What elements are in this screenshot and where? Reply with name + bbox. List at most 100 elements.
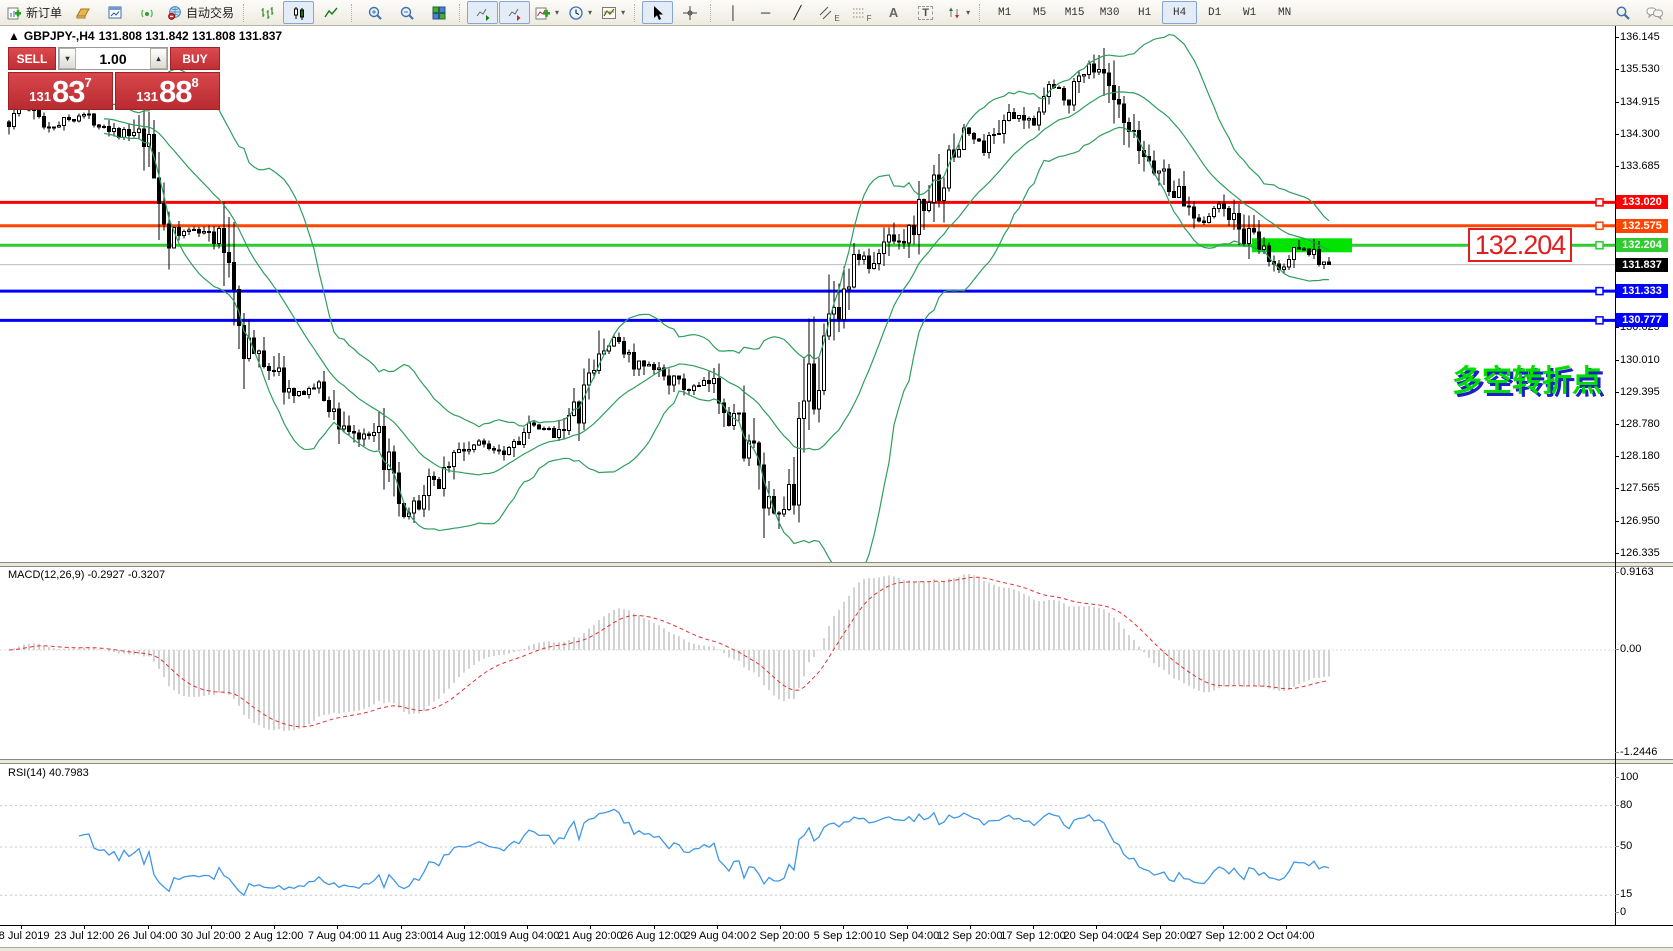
line-chart-icon	[323, 5, 339, 21]
buy-price-button[interactable]: 131 88 8	[115, 72, 220, 110]
search-button[interactable]	[1607, 1, 1638, 24]
price-axis-tick: 128.180	[1620, 450, 1670, 462]
auto-trading-button[interactable]: 自动交易	[163, 1, 238, 24]
new-order-icon	[7, 5, 23, 21]
sell-price-big: 83	[52, 76, 84, 107]
time-axis-tick	[654, 925, 655, 929]
horizontal-line-icon: ─	[761, 5, 770, 20]
book-icon	[75, 5, 91, 21]
line-chart-button[interactable]	[315, 1, 346, 24]
timeframe-m1[interactable]: M1	[987, 1, 1022, 24]
channel-icon	[819, 6, 833, 20]
volume-up-button[interactable]: ▴	[150, 48, 167, 69]
dropdown-caret-icon: ▾	[621, 8, 625, 17]
macd-scale-label: 0.9163	[1620, 566, 1670, 578]
text-label-icon: T	[918, 6, 933, 20]
horizontal-line-tool-button[interactable]: ─	[750, 1, 781, 24]
volume-down-button[interactable]: ▾	[59, 48, 76, 69]
candlestick-chart-button[interactable]	[283, 1, 314, 24]
candlestick-chart-icon	[291, 5, 307, 21]
time-axis-label: 26 Aug 12:00	[621, 930, 686, 942]
auto-trading-label: 自动交易	[186, 4, 234, 21]
price-level-label: 131.837	[1616, 258, 1668, 272]
search-icon	[1615, 5, 1631, 21]
toolbar-separator	[710, 4, 713, 22]
rsi-pane[interactable]	[0, 764, 1615, 925]
signal-icon	[139, 5, 155, 21]
chart-shift-button[interactable]	[499, 1, 530, 24]
buy-button[interactable]: BUY	[170, 47, 220, 70]
price-level-label: 130.777	[1616, 313, 1668, 327]
time-axis-tick	[337, 925, 338, 929]
zoom-in-button[interactable]	[359, 1, 390, 24]
ohlc-values: 131.808 131.842 131.808 131.837	[99, 29, 283, 43]
arrows-dropdown-button[interactable]: ▾	[942, 1, 974, 24]
collapse-panel-marker[interactable]: ▲	[8, 29, 20, 43]
periods-dropdown-button[interactable]: ▾	[564, 1, 596, 24]
vertical-line-tool-button[interactable]: │	[718, 1, 749, 24]
dropdown-caret-icon: ▾	[588, 8, 592, 17]
time-axis-tick	[1096, 925, 1097, 929]
indicators-dropdown-button[interactable]: ▾	[531, 1, 563, 24]
price-level-label: 131.333	[1616, 284, 1668, 298]
cursor-tool-button[interactable]	[642, 1, 673, 24]
timeframe-m15[interactable]: M15	[1057, 1, 1092, 24]
sell-button[interactable]: SELL	[8, 47, 56, 70]
tile-windows-icon	[431, 5, 447, 21]
timeframe-m5[interactable]: M5	[1022, 1, 1057, 24]
price-callout-box[interactable]: 132.204	[1468, 228, 1572, 262]
time-axis-label: 23 Jul 12:00	[54, 930, 114, 942]
turning-point-annotation[interactable]: 多空转折点	[1452, 356, 1602, 400]
time-axis-label: 30 Jul 20:00	[181, 930, 241, 942]
text-tool-icon: A	[889, 5, 898, 20]
price-axis-tick: 128.780	[1620, 418, 1670, 430]
charts-book-button[interactable]	[67, 1, 98, 24]
text-label-tool-button[interactable]: T	[910, 1, 941, 24]
trendline-tool-button[interactable]: ╱	[782, 1, 813, 24]
channel-letter: E	[834, 14, 839, 23]
equidistant-channel-tool-button[interactable]: E	[814, 1, 845, 24]
cursor-icon	[650, 5, 666, 21]
price-axis-tick: 126.950	[1620, 515, 1670, 527]
price-axis-tick: 127.565	[1620, 482, 1670, 494]
macd-scale-label: -1.2446	[1620, 746, 1670, 758]
time-axis-label: 27 Sep 12:00	[1190, 930, 1255, 942]
sell-price-button[interactable]: 131 83 7	[8, 72, 113, 110]
volume-value[interactable]: 1.00	[76, 48, 150, 69]
text-tool-button[interactable]: A	[878, 1, 909, 24]
signal-button[interactable]	[131, 1, 162, 24]
timeframe-w1[interactable]: W1	[1232, 1, 1267, 24]
timeframe-h4[interactable]: H4	[1162, 1, 1197, 24]
fibonacci-icon	[852, 6, 866, 20]
timeframe-h1[interactable]: H1	[1127, 1, 1162, 24]
mt4-terminal-window: 新订单 自动交易	[0, 0, 1673, 951]
chat-icon	[1646, 5, 1664, 21]
profiles-window-button[interactable]	[99, 1, 130, 24]
time-axis-tick	[274, 925, 275, 929]
timeframe-m30[interactable]: M30	[1092, 1, 1127, 24]
bar-chart-button[interactable]	[251, 1, 282, 24]
macd-indicator-label: MACD(12,26,9) -0.2927 -0.3207	[8, 569, 165, 581]
crosshair-tool-button[interactable]	[674, 1, 705, 24]
auto-scroll-button[interactable]	[467, 1, 498, 24]
price-axis-tick: 133.685	[1620, 160, 1670, 172]
new-order-button[interactable]: 新订单	[3, 1, 66, 24]
price-axis-tick: 134.915	[1620, 96, 1670, 108]
rsi-indicator-label: RSI(14) 40.7983	[8, 767, 89, 779]
templates-dropdown-button[interactable]: ▾	[597, 1, 629, 24]
price-chart-pane[interactable]	[0, 26, 1615, 562]
time-axis-label: 29 Aug 04:00	[684, 930, 749, 942]
chat-button[interactable]	[1639, 1, 1670, 24]
tile-windows-button[interactable]	[423, 1, 454, 24]
timeframe-mn[interactable]: MN	[1267, 1, 1302, 24]
price-axis-tick: 126.335	[1620, 547, 1670, 559]
time-axis-tick	[527, 925, 528, 929]
fibonacci-tool-button[interactable]: F	[846, 1, 877, 24]
macd-pane[interactable]	[0, 566, 1615, 759]
time-axis-tick	[148, 925, 149, 929]
one-click-trading-panel: SELL ▾ 1.00 ▴ BUY 131 83 7 131 88 8	[8, 47, 220, 110]
buy-price-pip: 8	[191, 76, 198, 89]
zoom-out-button[interactable]	[391, 1, 422, 24]
price-axis-tick: 129.395	[1620, 386, 1670, 398]
timeframe-d1[interactable]: D1	[1197, 1, 1232, 24]
